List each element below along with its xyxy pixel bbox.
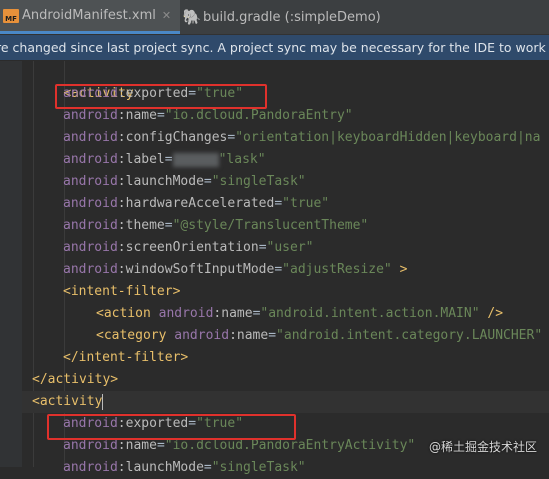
code-line: </intent-filter> xyxy=(63,350,189,365)
code-line: <category android:name="android.intent.c… xyxy=(96,328,543,343)
code-line: android:windowSoftInputMode="adjustResiz… xyxy=(63,262,408,277)
editor-tab-bar: MF AndroidManifest.xml ✕ 🐘 build.gradle … xyxy=(0,0,549,35)
code-line: android:hardwareAccelerated="true" xyxy=(63,196,330,211)
code-line: android:launchMode="singleTask" xyxy=(63,460,306,475)
code-line: android:configChanges="orientation|keybo… xyxy=(63,130,541,145)
code-line: <activity xyxy=(63,86,134,101)
code-line: <action android:name="android.intent.act… xyxy=(96,306,504,321)
redacted-region xyxy=(172,152,219,167)
highlight-box-exported xyxy=(55,84,267,109)
code-line: <activity xyxy=(32,393,104,410)
gradle-elephant-icon: 🐘 xyxy=(182,8,202,26)
code-editor[interactable]: <activity android:exported="true" androi… xyxy=(0,61,549,475)
code-line: android:launchMode="singleTask" xyxy=(63,174,306,189)
banner-text: re changed since last project sync. A pr… xyxy=(0,40,549,55)
tab-androidmanifest[interactable]: MF AndroidManifest.xml ✕ xyxy=(0,0,180,34)
text-caret xyxy=(102,393,104,410)
close-icon[interactable]: ✕ xyxy=(162,9,171,22)
code-line: android:theme="@style/TranslucentTheme" xyxy=(63,218,369,233)
watermark: @稀土掘金技术社区 xyxy=(428,440,537,454)
xml-file-icon: MF xyxy=(0,7,22,25)
code-line: </activity> xyxy=(32,372,119,387)
tab-build-gradle[interactable]: 🐘 build.gradle (:simpleDemo) xyxy=(181,0,391,34)
code-line: <intent-filter> xyxy=(63,284,181,299)
code-line: android:label= "lask" xyxy=(63,152,266,167)
highlight-box-exported xyxy=(47,414,296,440)
code-line: android:screenOrientation="user" xyxy=(63,240,314,255)
tab-label: build.gradle (:simpleDemo) xyxy=(203,9,381,25)
project-sync-banner: re changed since last project sync. A pr… xyxy=(0,35,549,60)
tab-label: AndroidManifest.xml xyxy=(22,8,156,23)
